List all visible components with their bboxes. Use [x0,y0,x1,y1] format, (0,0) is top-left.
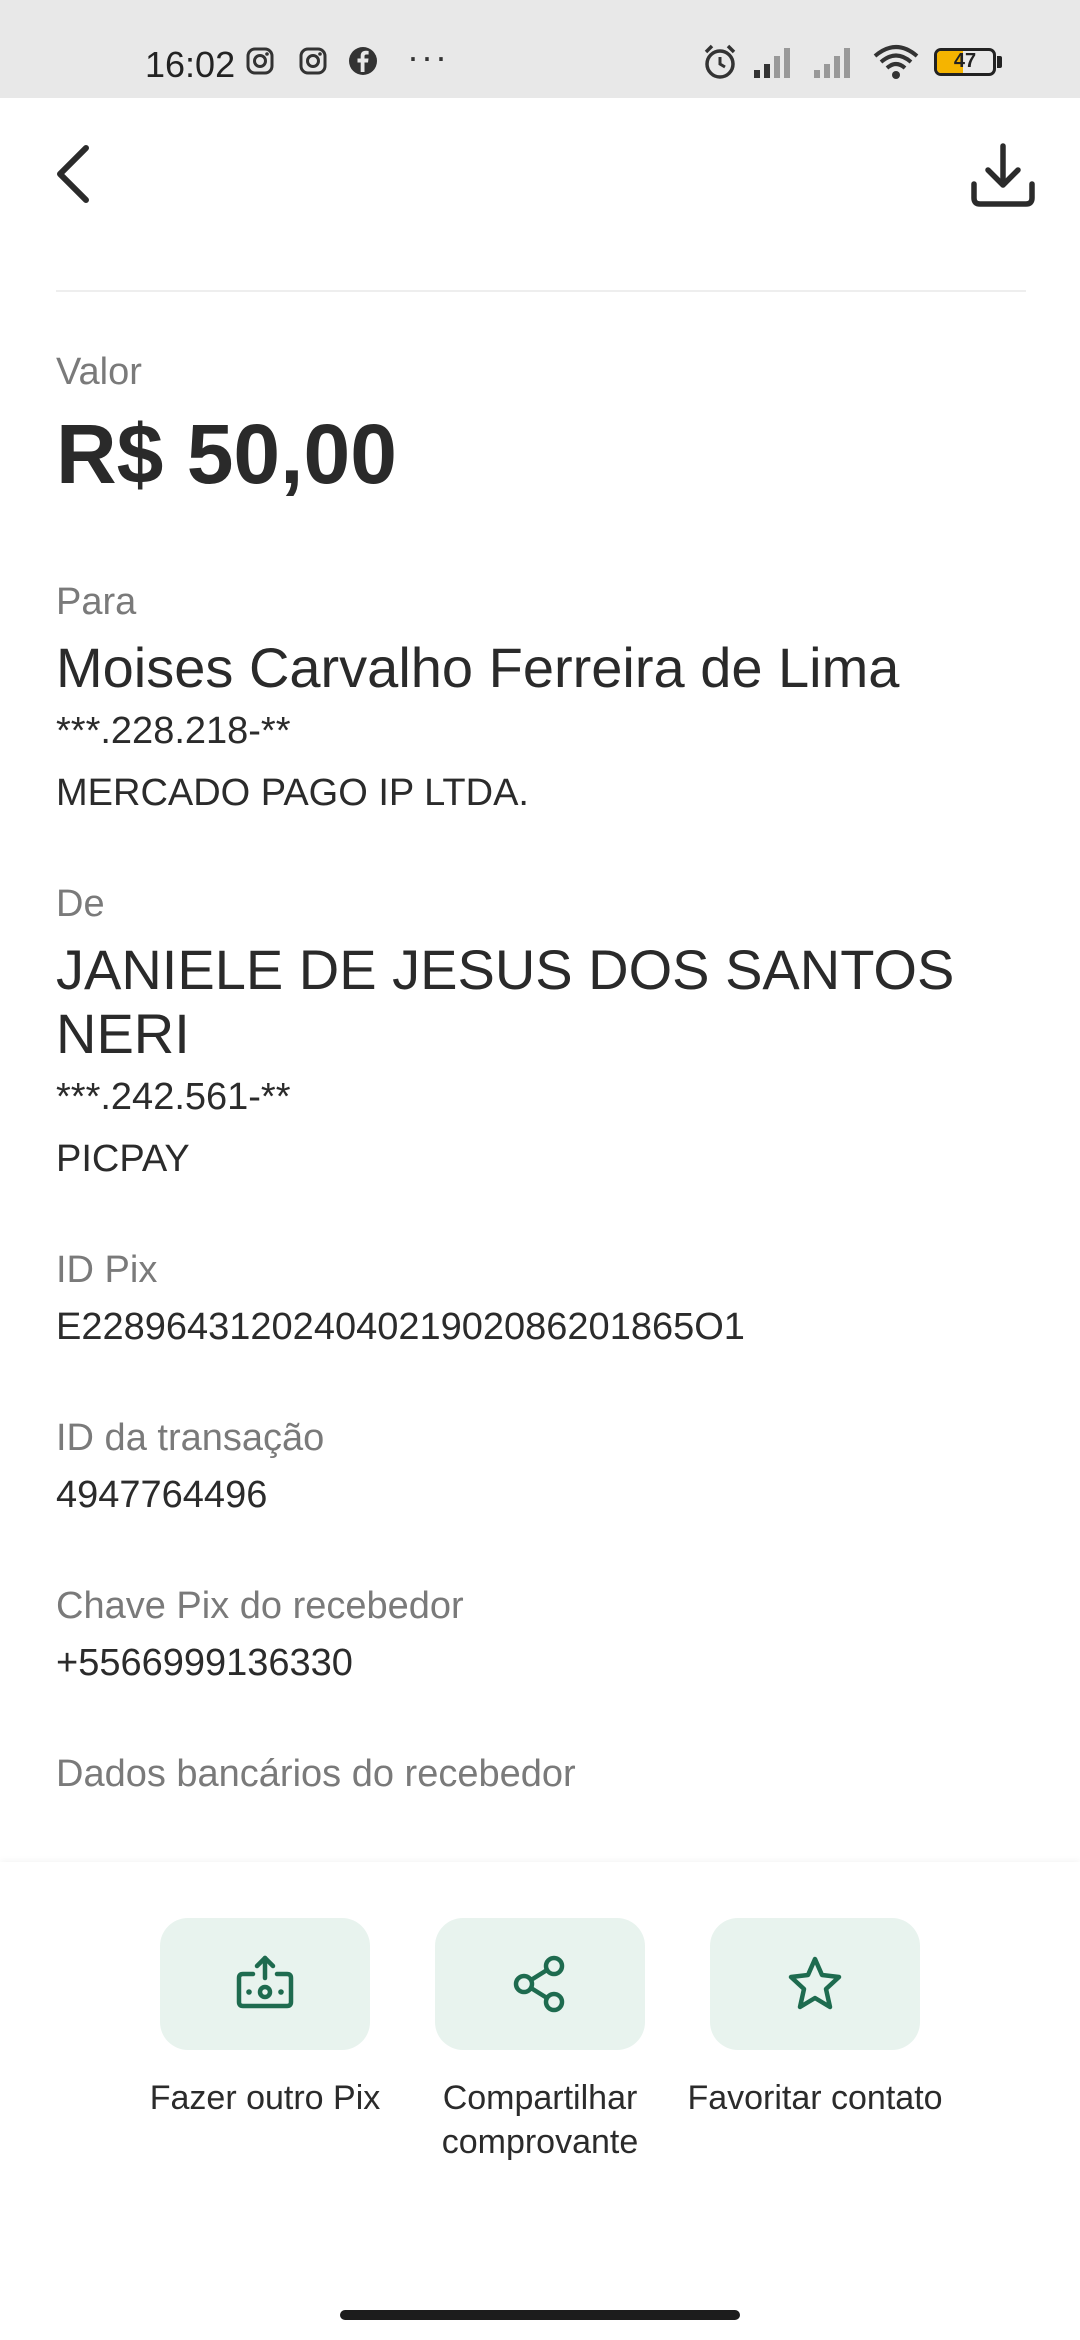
battery-level: 47 [953,50,977,72]
id-transacao-value: 4947764496 [56,1474,268,1516]
id-pix-label: ID Pix [56,1249,158,1291]
valor-amount: R$ 50,00 [56,407,397,501]
wifi-icon [873,45,919,79]
para-section: Para Moises Carvalho Ferreira de Lima **… [56,580,1036,824]
dados-bancarios-label: Dados bancários do recebedor [56,1753,576,1795]
money-upload-icon [236,1955,294,2009]
de-document: ***.242.561-** [56,1076,291,1118]
para-document: ***.228.218-** [56,710,291,752]
download-icon [971,143,1035,207]
instagram-icon [246,47,274,75]
chave-pix-section: Chave Pix do recebedor +5566999136330 [56,1584,1036,1688]
status-bar: 16:02 ··· 47 [0,0,1080,98]
signal-icon [814,48,850,78]
back-button[interactable] [48,138,104,210]
fazer-outro-pix-button[interactable]: Fazer outro Pix [150,1918,380,2120]
favoritar-contato-label: Favoritar contato [687,2079,943,2117]
de-bank: PICPAY [56,1138,190,1180]
share-icon [513,1955,565,2013]
de-label: De [56,883,105,925]
dados-bancarios-section: Dados bancários do recebedor [56,1752,1036,1796]
download-button[interactable] [968,140,1038,210]
alarm-icon [704,44,736,79]
facebook-icon [349,47,377,75]
fazer-outro-pix-icon-box[interactable] [160,1918,370,2050]
para-label: Para [56,581,137,623]
id-pix-section: ID Pix E22896431202404021902086201865O1 [56,1248,1036,1352]
compartilhar-comprovante-button[interactable]: Compartilhar comprovante [435,1918,645,2164]
para-name: Moises Carvalho Ferreira de Lima [56,636,900,699]
chevron-left-icon [57,145,89,203]
valor-label: Valor [56,351,142,393]
star-icon [788,1956,842,2010]
favoritar-contato-button[interactable]: Favoritar contato [687,1918,943,2120]
chave-pix-value: +5566999136330 [56,1642,353,1684]
status-time: 16:02 [145,44,236,85]
para-bank: MERCADO PAGO IP LTDA. [56,772,529,814]
compartilhar-comprovante-label: Compartilhar comprovante [441,2079,639,2161]
battery-icon: 47 [934,48,996,76]
id-pix-value: E22896431202404021902086201865O1 [56,1306,745,1348]
home-indicator[interactable] [340,2310,740,2320]
signal-icon [754,48,790,78]
id-transacao-section: ID da transação 4947764496 [56,1416,1036,1520]
id-transacao-label: ID da transação [56,1417,325,1459]
valor-section: Valor R$ 50,00 [56,350,1036,502]
actions-panel: Fazer outro Pix Compartilhar comprovante… [0,1862,1080,2340]
de-section: De JANIELE DE JESUS DOS SANTOS NERI ***.… [56,882,1036,1190]
battery-cap [997,56,1002,68]
instagram-icon [299,47,327,75]
de-name: JANIELE DE JESUS DOS SANTOS NERI [56,938,955,1065]
receipt-details: Valor R$ 50,00 Para Moises Carvalho Ferr… [56,350,1036,1796]
favoritar-icon-box[interactable] [710,1918,920,2050]
chave-pix-label: Chave Pix do recebedor [56,1585,464,1627]
compartilhar-icon-box[interactable] [435,1918,645,2050]
fazer-outro-pix-label: Fazer outro Pix [149,2079,381,2117]
more-dots-icon: ··· [407,36,449,77]
header-divider [56,290,1026,292]
